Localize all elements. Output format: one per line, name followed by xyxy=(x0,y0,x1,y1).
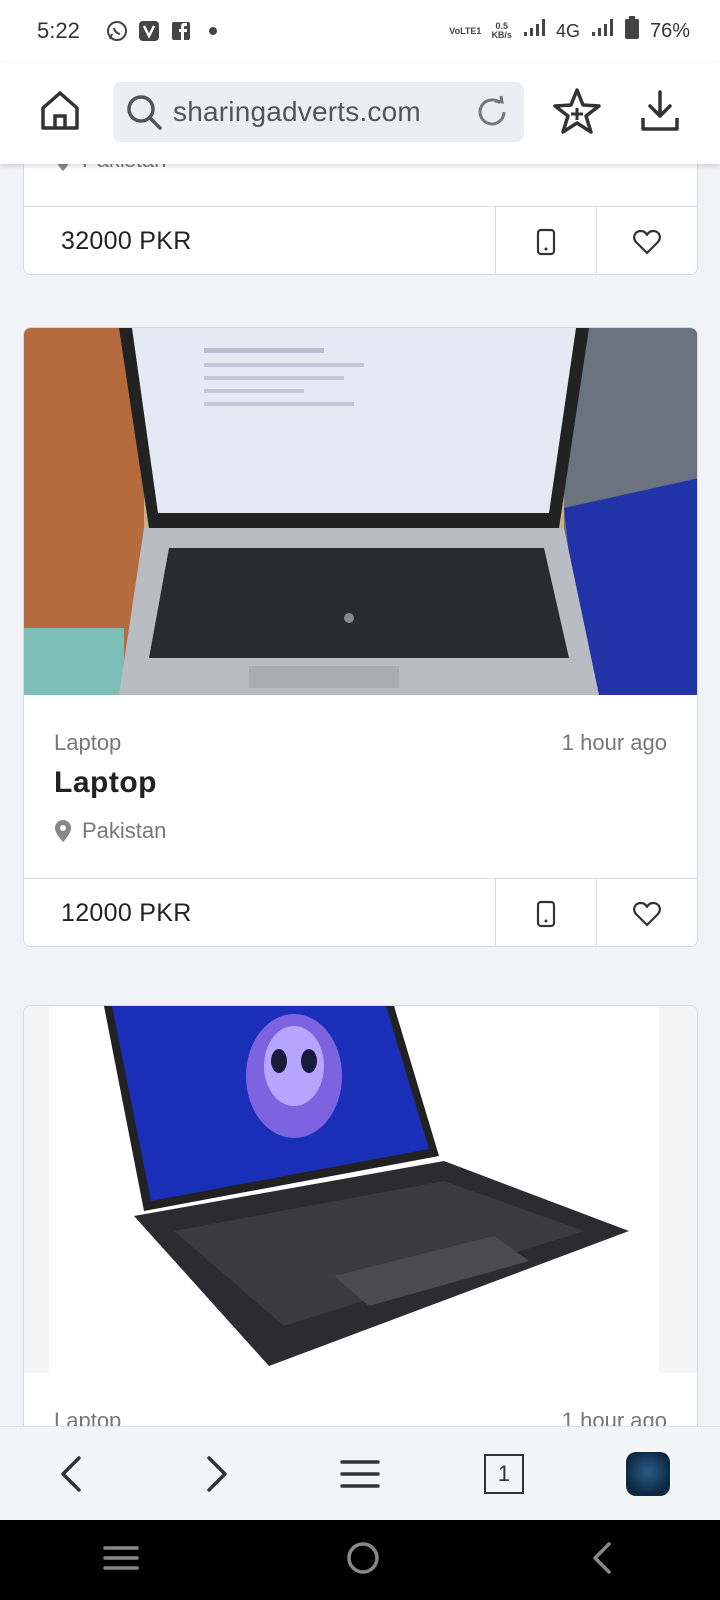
status-time: 5:22 xyxy=(37,18,80,43)
facebook-icon xyxy=(170,20,192,42)
laptop-photo xyxy=(24,328,697,695)
status-bar: 5:22 VoLTE1 0.5 KB/s 4G 76% xyxy=(0,0,720,62)
heart-icon xyxy=(633,229,661,254)
listing-footer: 32000 PKR xyxy=(24,206,697,274)
listing-image[interactable] xyxy=(24,328,697,695)
home-icon xyxy=(41,91,79,130)
url-text: sharingadverts.com xyxy=(173,96,421,127)
speed-unit: KB/s xyxy=(491,30,512,40)
listing-location-text: Pakistan xyxy=(82,164,166,173)
heart-icon xyxy=(633,901,661,926)
signal-icon xyxy=(522,18,546,44)
listing-card[interactable]: Pakistan 32000 PKR xyxy=(23,164,698,275)
listing-price: 12000 PKR xyxy=(61,899,192,927)
bookmark-add-button[interactable] xyxy=(551,86,603,138)
download-button[interactable] xyxy=(638,88,682,134)
search-icon xyxy=(127,95,162,130)
notification-icons xyxy=(106,20,224,42)
call-button[interactable] xyxy=(495,207,596,274)
listing-location: Pakistan xyxy=(54,818,166,844)
forward-button[interactable] xyxy=(186,1444,246,1504)
listing-price: 32000 PKR xyxy=(61,227,192,255)
listing-meta: Laptop 1 hour ago xyxy=(54,730,667,756)
listing-category: Laptop xyxy=(54,1408,122,1426)
listing-location-text: Pakistan xyxy=(82,818,167,843)
listing-time: 1 hour ago xyxy=(561,1408,667,1426)
profile-avatar xyxy=(626,1451,670,1496)
home-circle-icon xyxy=(347,1541,379,1574)
browser-toolbar: sharingadverts.com xyxy=(0,62,720,164)
favorite-button[interactable] xyxy=(596,879,697,946)
back-system-button[interactable] xyxy=(587,1540,617,1581)
listing-title[interactable]: Laptop xyxy=(54,766,157,800)
phone-icon xyxy=(536,900,556,927)
volte-indicator: VoLTE1 xyxy=(449,25,482,36)
battery-icon xyxy=(624,16,640,46)
phone-icon xyxy=(536,228,556,255)
back-icon xyxy=(61,1455,81,1492)
home-system-button[interactable] xyxy=(345,1540,381,1581)
favorite-button[interactable] xyxy=(596,207,697,274)
dot-icon xyxy=(202,20,224,42)
battery-percent: 76% xyxy=(649,19,690,42)
listing-footer: 12000 PKR xyxy=(24,878,697,946)
recent-apps-button[interactable] xyxy=(103,1543,139,1578)
listing-card[interactable]: Laptop 1 hour ago xyxy=(23,1005,698,1426)
laptop-photo xyxy=(49,1006,659,1373)
listing-time: 1 hour ago xyxy=(561,730,667,755)
browser-bottom-nav: 1 xyxy=(0,1426,720,1520)
signal-icon-2 xyxy=(590,18,614,44)
call-button[interactable] xyxy=(495,879,596,946)
menu-icon xyxy=(340,1459,380,1488)
bookmark-add-icon xyxy=(553,88,601,134)
whatsapp-icon xyxy=(106,20,128,42)
system-nav-bar xyxy=(0,1520,720,1600)
network-speed: 0.5 KB/s xyxy=(491,22,512,40)
network-type: 4G xyxy=(555,20,580,41)
recent-apps-icon xyxy=(103,1545,139,1570)
listing-image[interactable] xyxy=(24,1006,697,1373)
back-button[interactable] xyxy=(42,1444,102,1504)
vidmate-icon xyxy=(138,20,160,42)
download-icon xyxy=(641,90,679,131)
profile-button[interactable] xyxy=(618,1444,678,1504)
listing-meta: Laptop 1 hour ago xyxy=(54,1408,667,1426)
location-pin-icon xyxy=(55,820,71,842)
back-system-icon xyxy=(593,1541,611,1574)
tabs-icon: 1 xyxy=(484,1453,524,1494)
home-button[interactable] xyxy=(38,88,82,132)
menu-button[interactable] xyxy=(330,1444,390,1504)
reload-button[interactable] xyxy=(474,94,510,130)
reload-icon xyxy=(478,95,506,126)
listing-card[interactable]: Laptop 1 hour ago Laptop Pakistan 12000 … xyxy=(23,327,698,947)
listing-category: Laptop xyxy=(54,730,122,755)
location-pin-icon xyxy=(57,164,69,171)
address-bar[interactable]: sharingadverts.com xyxy=(113,82,524,142)
listing-location: Pakistan xyxy=(54,164,166,173)
listings-feed[interactable]: Pakistan 32000 PKR xyxy=(0,164,720,1426)
tabs-button[interactable]: 1 xyxy=(474,1444,534,1504)
forward-icon xyxy=(207,1455,227,1492)
